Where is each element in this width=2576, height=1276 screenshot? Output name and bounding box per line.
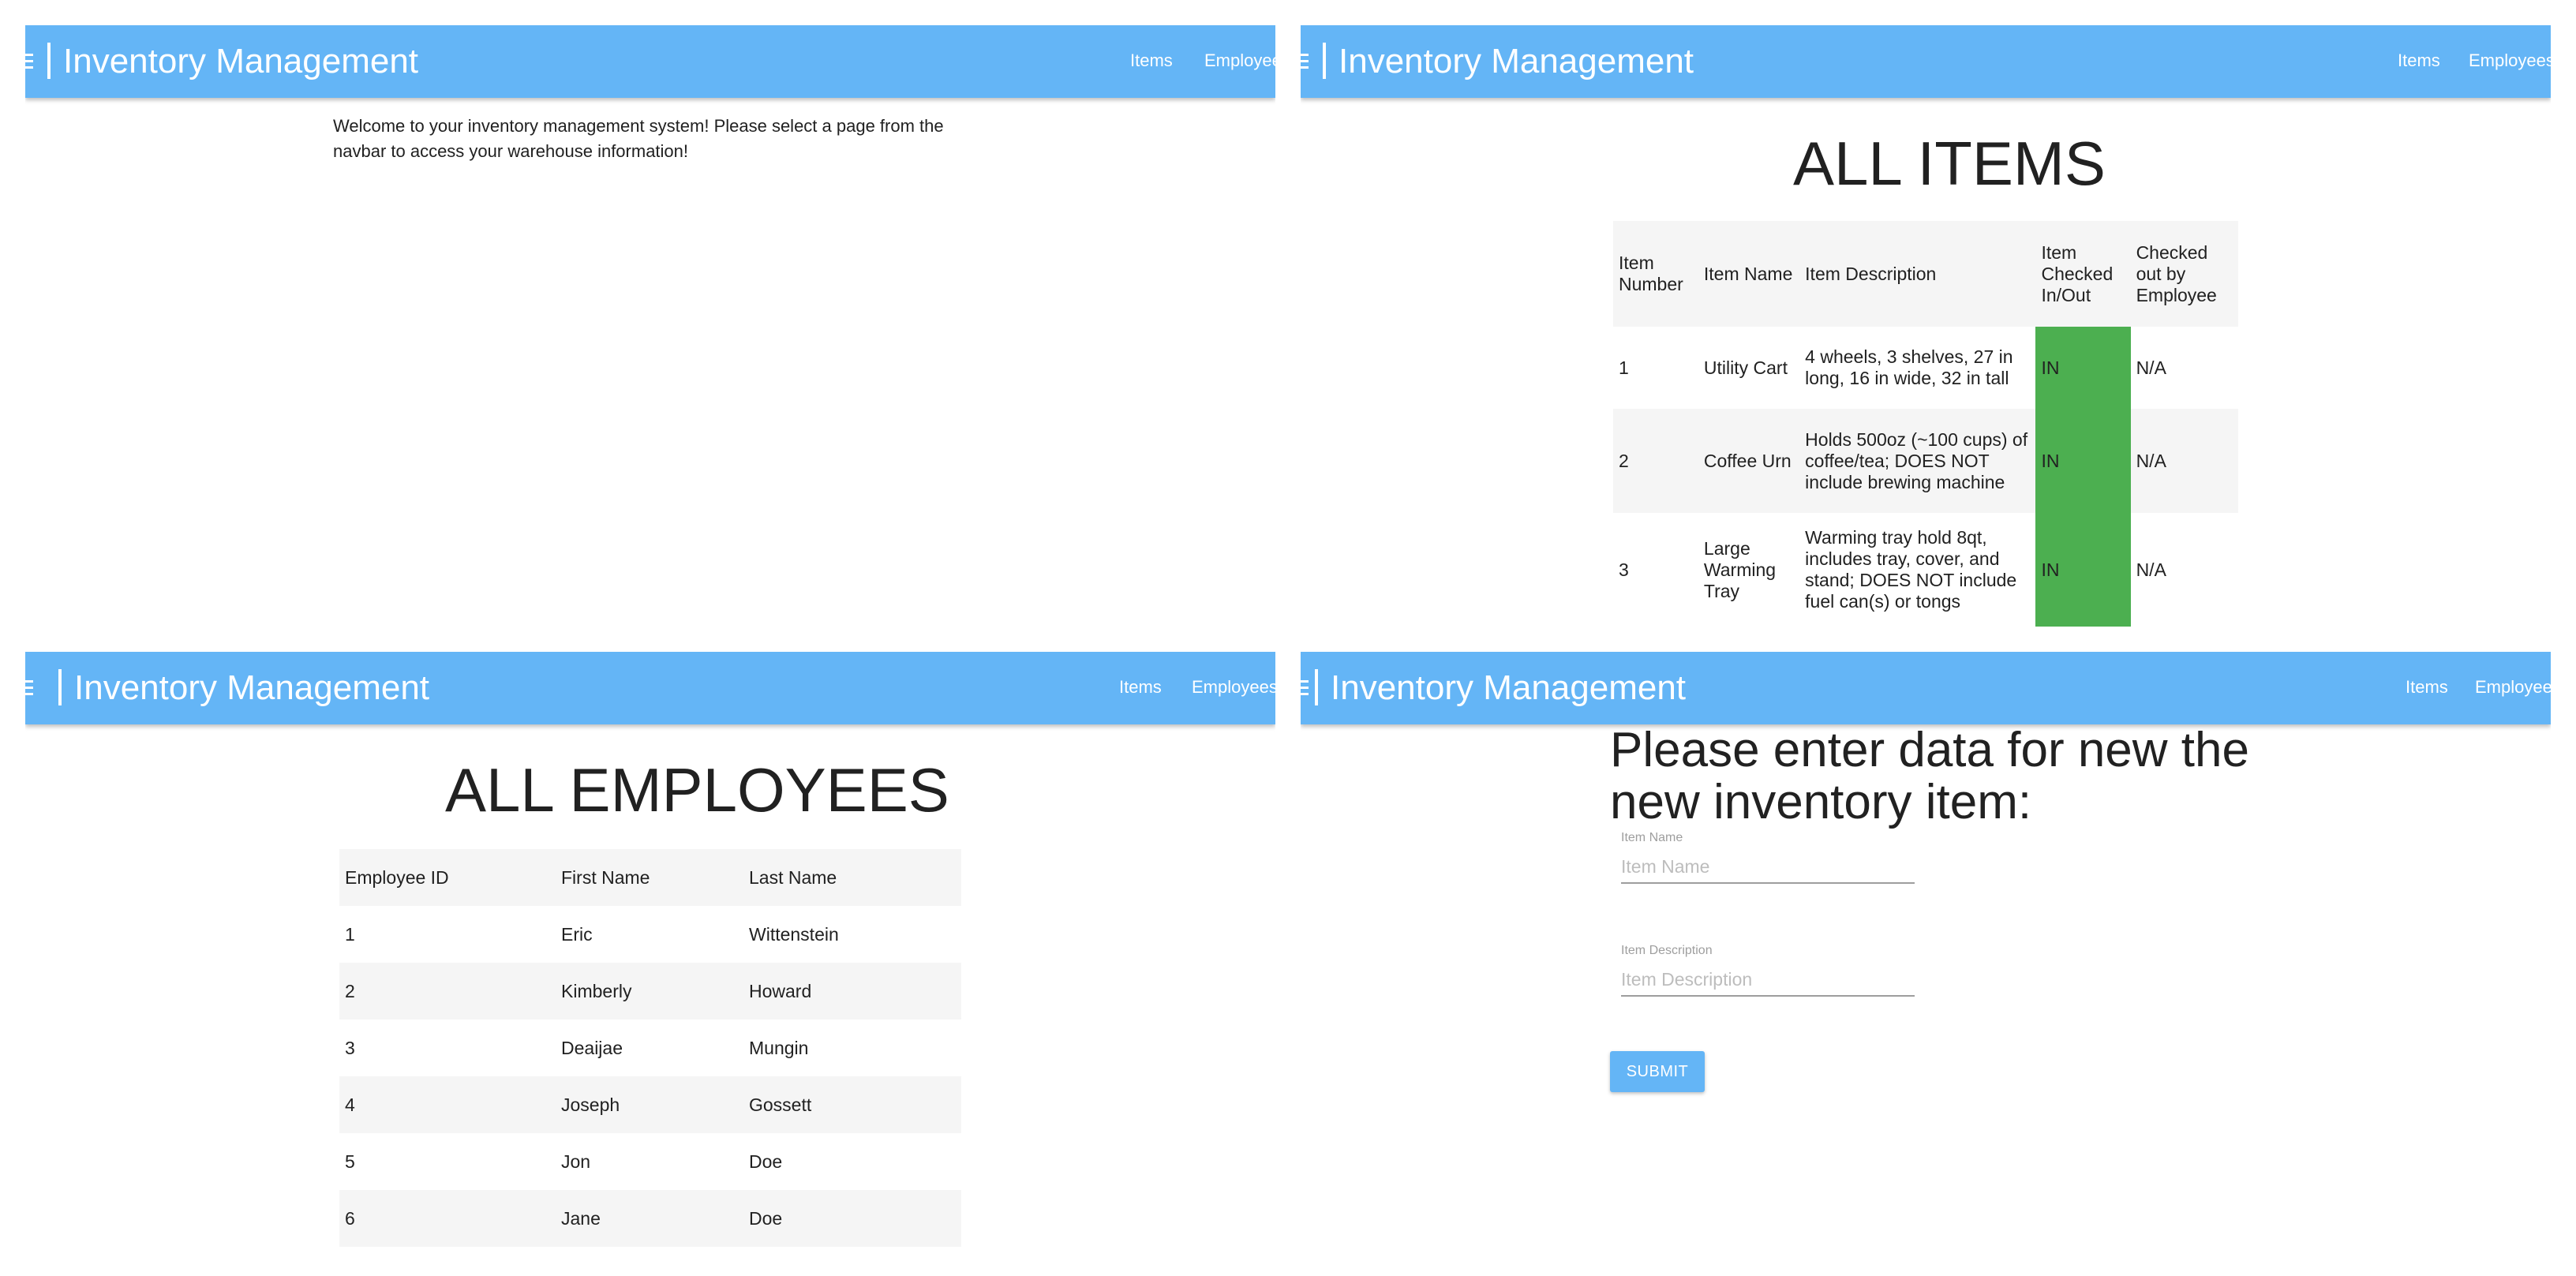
employees-page-panel: Inventory Management Items Employees ALL…: [25, 652, 1275, 1275]
navbar-title[interactable]: Inventory Management: [63, 39, 418, 84]
table-row[interactable]: 4 Joseph Gossett: [339, 1076, 961, 1133]
item-employee-cell: N/A: [2136, 559, 2166, 580]
form-heading: Please enter data for new the new invent…: [1610, 723, 2249, 829]
new-item-form-panel: Inventory Management Items Employees Ple…: [1301, 652, 2551, 1275]
nav-link-employees[interactable]: Employees: [2475, 675, 2551, 699]
item-number-cell: 3: [1619, 559, 1629, 580]
col-header-item-description: Item Description: [1805, 263, 1937, 284]
item-description-cell: 4 wheels, 3 shelves, 27 in long, 16 in w…: [1805, 346, 2013, 388]
first-name-cell: Jane: [561, 1207, 601, 1229]
employee-id-cell: 1: [345, 923, 355, 945]
item-name-cell: Utility Cart: [1703, 357, 1788, 378]
item-status-cell: IN: [2035, 409, 2131, 513]
item-number-cell: 1: [1619, 357, 1629, 378]
navbar-divider: [1323, 43, 1326, 79]
items-table: Item Number Item Name Item Description I…: [1613, 221, 2238, 627]
inventory-icon[interactable]: [25, 675, 35, 699]
nav-link-employees[interactable]: Employees: [2469, 49, 2551, 73]
nav-link-items[interactable]: Items: [1119, 675, 1162, 699]
item-description-input[interactable]: [1621, 964, 1915, 997]
first-name-cell: Kimberly: [561, 980, 632, 1001]
item-number-cell: 2: [1619, 450, 1629, 471]
first-name-cell: Eric: [561, 923, 593, 945]
welcome-message: Welcome to your inventory management sys…: [333, 116, 944, 161]
employee-id-cell: 5: [345, 1151, 355, 1172]
employee-id-cell: 4: [345, 1094, 355, 1115]
home-page-panel: Inventory Management Items Employees Wel…: [25, 25, 1275, 649]
item-status-cell: IN: [2035, 513, 2131, 627]
last-name-cell: Howard: [749, 980, 812, 1001]
col-header-checked-out-by: Checked out by Employee: [2136, 241, 2217, 305]
item-employee-cell: N/A: [2136, 450, 2166, 471]
col-header-item-name: Item Name: [1703, 263, 1793, 284]
navbar-divider: [58, 669, 62, 705]
last-name-cell: Doe: [749, 1151, 783, 1172]
item-name-input[interactable]: [1621, 851, 1915, 884]
table-row[interactable]: 6 Jane Doe: [339, 1190, 961, 1247]
table-row[interactable]: 3 Large Warming Tray Warming tray hold 8…: [1613, 513, 2238, 627]
nav-link-items[interactable]: Items: [2406, 675, 2448, 699]
navbar-divider: [1315, 669, 1318, 705]
table-header-row: Employee ID First Name Last Name: [339, 849, 961, 906]
first-name-cell: Joseph: [561, 1094, 620, 1115]
table-row[interactable]: 2 Kimberly Howard: [339, 963, 961, 1020]
employee-id-cell: 2: [345, 980, 355, 1001]
item-description-cell: Holds 500oz (~100 cups) of coffee/tea; D…: [1805, 428, 2028, 492]
col-header-item-number: Item Number: [1619, 253, 1683, 294]
inventory-icon[interactable]: [1301, 49, 1310, 73]
navbar-title[interactable]: Inventory Management: [74, 666, 429, 710]
navbar-title[interactable]: Inventory Management: [1339, 39, 1694, 84]
table-header-row: Item Number Item Name Item Description I…: [1613, 221, 2238, 327]
inventory-icon[interactable]: [1301, 675, 1310, 699]
col-header-checked-status: Item Checked In/Out: [2041, 241, 2114, 305]
item-description-label: Item Description: [1621, 944, 1713, 957]
col-header-last-name: Last Name: [749, 866, 837, 888]
first-name-cell: Jon: [561, 1151, 591, 1172]
nav-link-employees[interactable]: Employees: [1204, 49, 1275, 73]
navbar-title[interactable]: Inventory Management: [1331, 666, 1686, 710]
page-title: ALL EMPLOYEES: [445, 755, 949, 825]
nav-link-items[interactable]: Items: [2398, 49, 2440, 73]
last-name-cell: Wittenstein: [749, 923, 839, 945]
item-name-label: Item Name: [1621, 831, 1683, 844]
last-name-cell: Mungin: [749, 1037, 809, 1058]
employee-id-cell: 6: [345, 1207, 355, 1229]
navbar: Inventory Management Items Employees: [1301, 652, 2551, 724]
table-row[interactable]: 1 Eric Wittenstein: [339, 906, 961, 963]
table-row[interactable]: 5 Jon Doe: [339, 1133, 961, 1190]
table-row[interactable]: 3 Deaijae Mungin: [339, 1020, 961, 1076]
col-header-first-name: First Name: [561, 866, 650, 888]
item-employee-cell: N/A: [2136, 357, 2166, 378]
navbar: Inventory Management Items Employees: [25, 25, 1275, 98]
page-title: ALL ITEMS: [1793, 129, 2106, 198]
navbar: Inventory Management Items Employees: [25, 652, 1275, 724]
employees-table: Employee ID First Name Last Name 1 Eric …: [339, 849, 961, 1247]
col-header-employee-id: Employee ID: [345, 866, 449, 888]
last-name-cell: Doe: [749, 1207, 783, 1229]
item-description-cell: Warming tray hold 8qt, includes tray, co…: [1805, 527, 2017, 612]
items-page-panel: Inventory Management Items Employees ALL…: [1301, 25, 2551, 649]
inventory-icon[interactable]: [25, 49, 35, 73]
navbar-divider: [47, 43, 51, 79]
nav-link-employees[interactable]: Employees: [1192, 675, 1275, 699]
item-status-cell: IN: [2035, 327, 2131, 409]
employee-id-cell: 3: [345, 1037, 355, 1058]
submit-button[interactable]: SUBMIT: [1610, 1051, 1705, 1092]
item-name-cell: Coffee Urn: [1703, 450, 1792, 471]
nav-link-items[interactable]: Items: [1130, 49, 1173, 73]
table-row[interactable]: 2 Coffee Urn Holds 500oz (~100 cups) of …: [1613, 409, 2238, 513]
item-name-cell: Large Warming Tray: [1703, 537, 1777, 601]
last-name-cell: Gossett: [749, 1094, 812, 1115]
first-name-cell: Deaijae: [561, 1037, 623, 1058]
navbar: Inventory Management Items Employees: [1301, 25, 2551, 98]
table-row[interactable]: 1 Utility Cart 4 wheels, 3 shelves, 27 i…: [1613, 327, 2238, 409]
